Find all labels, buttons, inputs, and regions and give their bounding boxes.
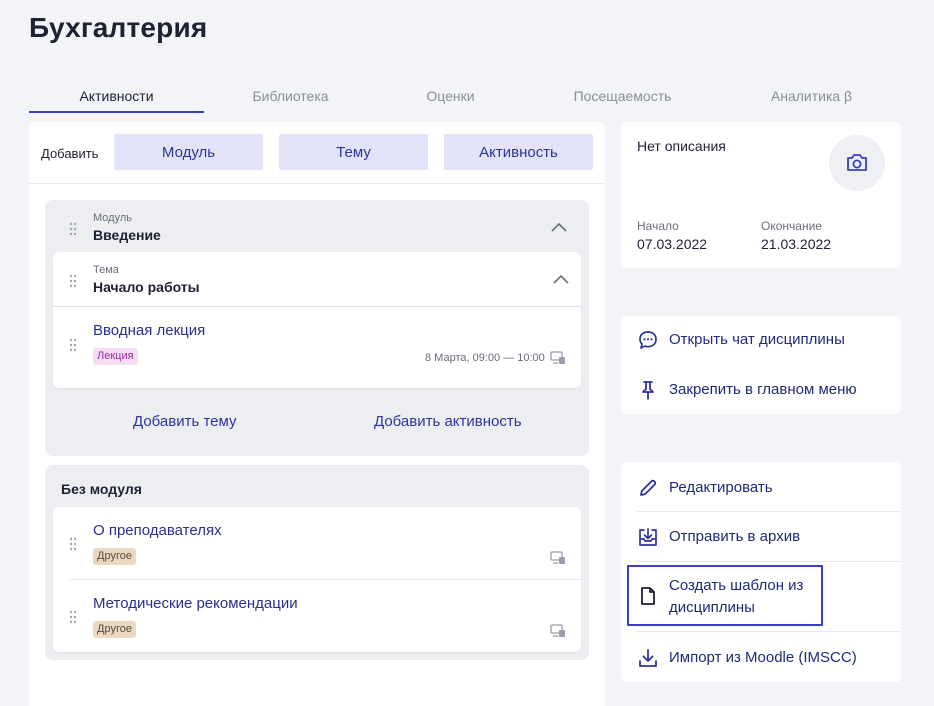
add-topic-link[interactable]: Добавить тему	[133, 413, 236, 430]
activity-title-lecture[interactable]: Вводная лекция	[93, 322, 205, 339]
divider	[637, 561, 901, 562]
archive-label: Отправить в архив	[669, 528, 801, 545]
tab-activities[interactable]: Активности	[29, 84, 204, 114]
activity-title-teachers[interactable]: О преподавателях	[93, 522, 222, 539]
open-chat-button[interactable]: Открыть чат дисциплины	[621, 328, 901, 352]
divider	[53, 306, 581, 307]
topic-card: Тема Начало работы Вводная лекция Лекция…	[53, 252, 581, 388]
quick-actions-card: Открыть чат дисциплины Закрепить в главн…	[621, 316, 901, 414]
photo-upload-button[interactable]	[829, 135, 885, 191]
topic-title: Начало работы	[93, 279, 200, 295]
add-module-button[interactable]: Модуль	[114, 134, 263, 170]
focus-highlight	[627, 565, 823, 626]
description-text: Нет описания	[637, 138, 726, 154]
devices-icon	[550, 624, 565, 637]
start-date: 07.03.2022	[637, 236, 708, 252]
activity-title-guidelines[interactable]: Методические рекомендации	[93, 595, 298, 612]
discipline-actions-card: Редактировать Отправить в архив Создать …	[621, 462, 901, 682]
devices-icon	[550, 551, 565, 564]
activities-panel: Добавить Модуль Тему Активность Модуль В…	[29, 122, 605, 706]
lecture-badge: Лекция	[93, 348, 138, 365]
list-item: О преподавателях Другое	[53, 507, 581, 579]
other-badge: Другое	[93, 548, 136, 565]
chevron-up-icon[interactable]	[551, 222, 567, 232]
page-title: Бухгалтерия	[29, 12, 208, 43]
active-tab-indicator	[29, 111, 204, 113]
list-item: Методические рекомендации Другое	[53, 580, 581, 652]
end-date: 21.03.2022	[761, 236, 832, 252]
chevron-up-icon[interactable]	[553, 274, 569, 284]
edit-button[interactable]: Редактировать	[621, 476, 901, 500]
drag-handle-icon[interactable]	[69, 274, 77, 288]
drag-handle-icon[interactable]	[69, 222, 77, 236]
no-module-title: Без модуля	[61, 481, 142, 497]
module-card: Модуль Введение Тема Начало работы Вводн…	[45, 200, 589, 456]
drag-handle-icon[interactable]	[69, 338, 77, 352]
camera-icon	[847, 154, 867, 171]
no-module-card: Без модуля О преподавателях Другое Метод…	[45, 465, 589, 660]
add-activity-link[interactable]: Добавить активность	[374, 413, 522, 430]
add-activity-button[interactable]: Активность	[444, 134, 593, 170]
download-icon	[639, 649, 657, 667]
pin-icon	[642, 381, 654, 400]
tab-bar: Активности Библиотека Оценки Посещаемост…	[29, 84, 901, 116]
tab-analytics[interactable]: Аналитика β	[724, 84, 899, 114]
chat-icon	[639, 331, 657, 349]
drag-handle-icon[interactable]	[69, 537, 77, 551]
tab-grades[interactable]: Оценки	[363, 84, 538, 114]
divider	[637, 511, 901, 512]
add-topic-button[interactable]: Тему	[279, 134, 428, 170]
tab-attendance[interactable]: Посещаемость	[535, 84, 710, 114]
archive-button[interactable]: Отправить в архив	[621, 525, 901, 549]
pin-menu-label: Закрепить в главном меню	[669, 381, 857, 398]
topic-label: Тема	[93, 264, 119, 276]
add-label: Добавить	[41, 146, 99, 161]
no-module-list: О преподавателях Другое Методические рек…	[53, 507, 581, 652]
add-toolbar: Добавить Модуль Тему Активность	[29, 122, 605, 184]
end-label: Окончание	[761, 219, 822, 233]
archive-icon	[639, 528, 657, 546]
other-badge: Другое	[93, 621, 136, 638]
import-moodle-label: Импорт из Moodle (IMSCC)	[669, 649, 857, 666]
module-label: Модуль	[93, 212, 132, 224]
import-moodle-button[interactable]: Импорт из Moodle (IMSCC)	[621, 646, 901, 670]
tab-library[interactable]: Библиотека	[203, 84, 378, 114]
course-info-card: Нет описания Начало 07.03.2022 Окончание…	[621, 122, 901, 268]
pin-menu-button[interactable]: Закрепить в главном меню	[621, 378, 901, 402]
edit-label: Редактировать	[669, 479, 773, 496]
start-label: Начало	[637, 219, 679, 233]
devices-icon	[550, 351, 565, 364]
module-title: Введение	[93, 227, 161, 243]
open-chat-label: Открыть чат дисциплины	[669, 331, 845, 348]
pencil-icon	[640, 479, 657, 496]
divider	[637, 631, 901, 632]
drag-handle-icon[interactable]	[69, 610, 77, 624]
activity-time: 8 Марта, 09:00 — 10:00	[425, 352, 545, 364]
